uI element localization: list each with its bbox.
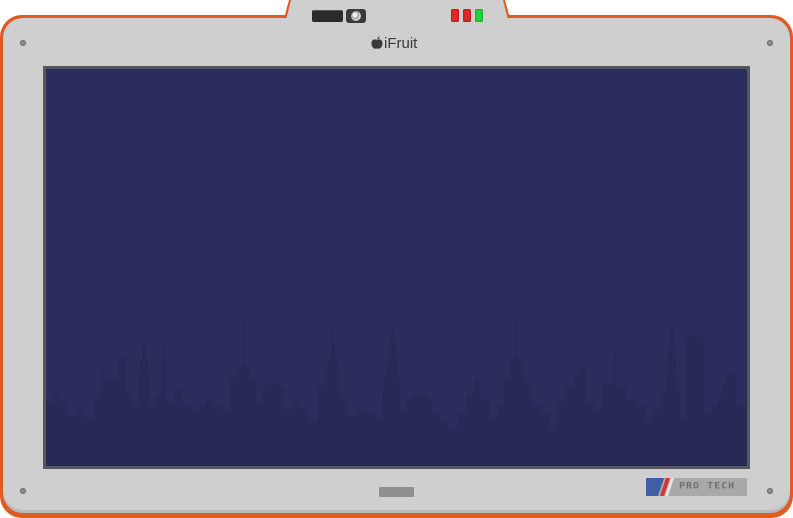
screw-top-right bbox=[767, 40, 773, 46]
indicator-light-red bbox=[451, 9, 459, 22]
indicator-light-green bbox=[475, 9, 483, 22]
screw-bottom-right bbox=[767, 488, 773, 494]
screen[interactable] bbox=[46, 69, 747, 466]
camera-icon bbox=[346, 9, 366, 23]
speaker-slot bbox=[312, 10, 343, 22]
pro-tech-badge: PRO TECH bbox=[646, 478, 747, 496]
home-button[interactable] bbox=[379, 487, 414, 497]
camera-lens bbox=[351, 11, 361, 21]
phone-device: iFruit PRO TECH bbox=[0, 0, 793, 518]
badge-stripes bbox=[646, 478, 674, 496]
brand-name: iFruit bbox=[384, 34, 418, 52]
brand-logo: iFruit bbox=[371, 33, 417, 53]
city-skyline bbox=[46, 318, 747, 466]
screw-bottom-left bbox=[20, 488, 26, 494]
indicator-light-red bbox=[463, 9, 471, 22]
fruit-logo-icon bbox=[371, 36, 383, 49]
screw-top-left bbox=[20, 40, 26, 46]
badge-text: PRO TECH bbox=[679, 481, 736, 492]
